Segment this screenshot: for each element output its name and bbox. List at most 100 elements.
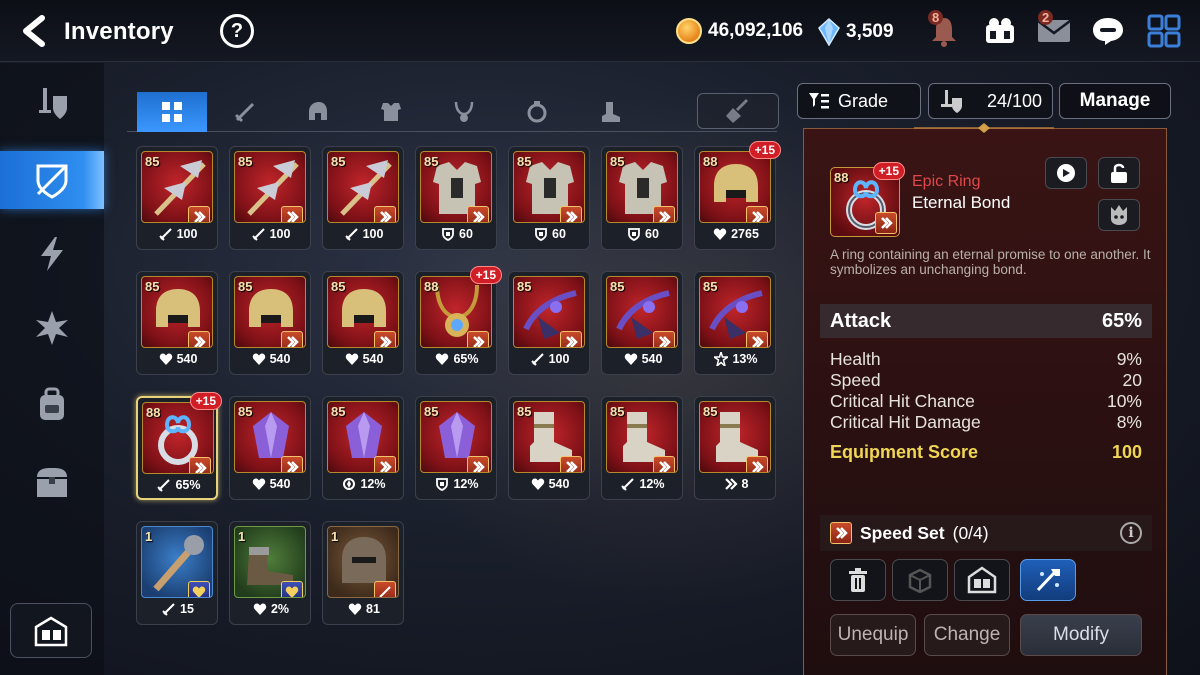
item-name: Eternal Bond: [912, 193, 1011, 212]
enhance-badge: +15: [189, 392, 222, 410]
item-card[interactable]: 85 540: [601, 271, 683, 375]
item-card[interactable]: 85 540: [229, 396, 311, 500]
item-card[interactable]: 85 60: [601, 146, 683, 250]
mail-button[interactable]: 2: [1034, 10, 1074, 50]
chevron-right-icon: [473, 211, 485, 222]
chevron-right-icon: [380, 336, 392, 347]
sell-button[interactable]: [830, 559, 886, 601]
tab-helmet[interactable]: [283, 92, 353, 132]
item-card[interactable]: 85 12%: [601, 396, 683, 500]
sub-stat-label: Critical Hit Damage: [830, 412, 981, 432]
chevron-right-icon: [194, 336, 206, 347]
set-badge: [653, 456, 675, 472]
item-stat-value: 60: [552, 227, 566, 241]
help-button[interactable]: ?: [220, 14, 254, 48]
set-info-row[interactable]: Speed Set (0/4) i: [820, 515, 1152, 551]
sidebar-item-catalyst[interactable]: [0, 299, 104, 357]
item-card[interactable]: 85 100: [229, 146, 311, 250]
item-card[interactable]: 85 100: [136, 146, 218, 250]
tab-all[interactable]: [137, 92, 207, 132]
chevron-right-icon: [881, 217, 893, 229]
tab-ring[interactable]: [502, 92, 572, 132]
item-art: 85: [327, 151, 399, 223]
page-title: Inventory: [64, 18, 174, 45]
item-art: 88: [420, 276, 492, 348]
extract-button[interactable]: [892, 559, 948, 601]
change-button[interactable]: Change: [924, 614, 1010, 656]
item-stat: 13%: [695, 352, 777, 366]
item-card[interactable]: 85 540: [229, 271, 311, 375]
chevron-right-icon: [566, 461, 578, 472]
item-level: 1: [331, 529, 339, 544]
item-card[interactable]: 85 13%: [694, 271, 776, 375]
store-button[interactable]: [954, 559, 1010, 601]
item-stat-value: 100: [548, 352, 570, 366]
share-button[interactable]: [1045, 157, 1087, 189]
defense-icon: [435, 477, 449, 491]
crystal-counter[interactable]: 3,509: [818, 18, 894, 46]
cleanup-button[interactable]: [697, 93, 779, 129]
item-card[interactable]: 85 60: [508, 146, 590, 250]
item-card[interactable]: 85 540: [136, 271, 218, 375]
item-stat-value: 100: [362, 227, 384, 241]
item-card[interactable]: 85 8: [694, 396, 776, 500]
sort-button[interactable]: Grade: [797, 83, 921, 119]
sidebar-item-gear[interactable]: [0, 151, 104, 209]
crystal-icon: [818, 18, 840, 46]
tab-armor[interactable]: [356, 92, 426, 132]
item-card[interactable]: 85 12%: [322, 396, 404, 500]
item-level: 85: [145, 154, 160, 169]
info-icon[interactable]: i: [1120, 522, 1142, 544]
chat-button[interactable]: [1088, 12, 1128, 50]
equipped-hero-button[interactable]: [1098, 199, 1140, 231]
storage-button[interactable]: [10, 603, 92, 658]
item-card[interactable]: 1 15: [136, 521, 218, 625]
score-value: 100: [1111, 442, 1142, 462]
capacity-button[interactable]: 24/100: [928, 83, 1053, 119]
sidebar: [0, 63, 104, 675]
chat-icon: [1093, 18, 1123, 45]
set-badge: [560, 456, 582, 472]
back-arrow-icon[interactable]: [18, 14, 50, 48]
unequip-button[interactable]: Unequip: [830, 614, 916, 656]
sidebar-item-artifact[interactable]: [0, 225, 104, 283]
health-icon: [713, 227, 727, 241]
item-card[interactable]: 85 60: [415, 146, 497, 250]
attack-icon: [157, 478, 171, 492]
equipment-score-row: Equipment Score 100: [830, 442, 1142, 463]
item-rarity: Epic Ring: [912, 173, 981, 190]
chevron-right-icon: [836, 527, 848, 539]
enhance-button[interactable]: [1020, 559, 1076, 601]
item-card[interactable]: 88 +15 65%: [136, 392, 222, 500]
hero-icon: [1111, 205, 1127, 225]
sidebar-item-equipment[interactable]: [0, 75, 104, 133]
menu-button[interactable]: [1144, 12, 1184, 50]
item-stat: 60: [416, 227, 498, 241]
item-card[interactable]: 85 100: [508, 271, 590, 375]
sort-label: Grade: [838, 90, 889, 111]
item-card[interactable]: 88 +15 65%: [415, 266, 502, 375]
item-card[interactable]: 85 540: [508, 396, 590, 500]
gold-counter[interactable]: 46,092,106: [676, 18, 803, 44]
sub-stat-value: 10%: [1106, 391, 1142, 411]
sidebar-item-chest[interactable]: [0, 453, 104, 511]
manage-button[interactable]: Manage: [1059, 83, 1171, 119]
item-stat: 12%: [323, 477, 405, 491]
lock-button[interactable]: [1098, 157, 1140, 189]
score-label: Equipment Score: [830, 442, 979, 462]
tab-necklace[interactable]: [429, 92, 499, 132]
tab-weapon[interactable]: [210, 92, 280, 132]
item-card[interactable]: 1 2%: [229, 521, 311, 625]
item-card[interactable]: 1 81: [322, 521, 404, 625]
set-badge: [374, 581, 396, 597]
team-button[interactable]: [980, 12, 1020, 50]
item-card[interactable]: 88 +15 2765: [694, 141, 781, 250]
set-badge: [467, 331, 489, 347]
item-card[interactable]: 85 12%: [415, 396, 497, 500]
tab-boots[interactable]: [575, 92, 645, 132]
sidebar-item-materials[interactable]: [0, 375, 104, 433]
modify-button[interactable]: Modify: [1020, 614, 1142, 656]
notification-button[interactable]: 8: [924, 10, 964, 50]
item-card[interactable]: 85 100: [322, 146, 404, 250]
item-card[interactable]: 85 540: [322, 271, 404, 375]
